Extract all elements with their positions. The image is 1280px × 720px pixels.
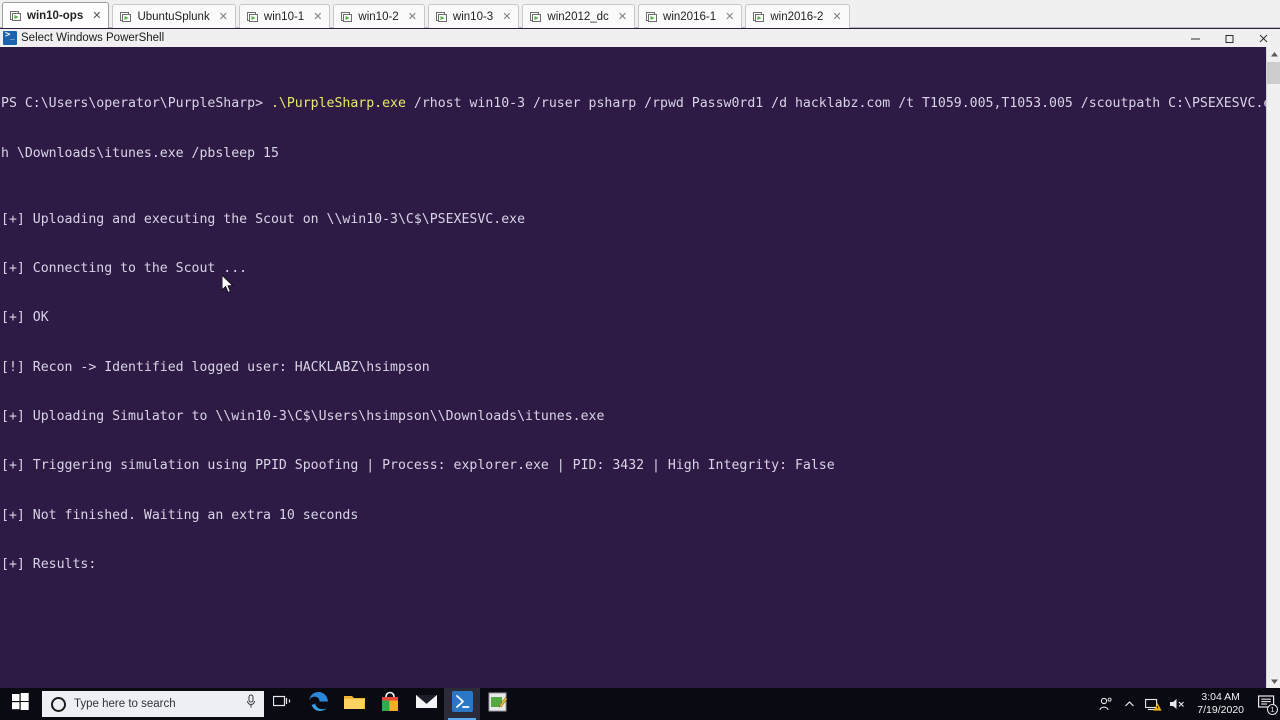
- people-icon[interactable]: [1093, 688, 1117, 720]
- search-placeholder: Type here to search: [74, 698, 176, 710]
- close-icon[interactable]: ✕: [217, 11, 230, 22]
- output-line: [!] Recon -> Identified logged user: HAC…: [1, 359, 430, 375]
- tab-label: win2016-1: [663, 10, 717, 23]
- remote-desktop-icon: [246, 11, 259, 23]
- prompt: PS C:\Users\operator\PurpleSharp>: [1, 96, 271, 112]
- tab-label: win10-2: [358, 10, 399, 23]
- tab-label: win2012_dc: [547, 10, 609, 23]
- powershell-icon: [451, 691, 473, 717]
- minimize-button[interactable]: [1178, 29, 1212, 47]
- tab-label: win10-3: [452, 10, 494, 23]
- rdp-tab-strip: win10-ops ✕ UbuntuSplunk ✕ win10-1 ✕ win…: [0, 0, 1280, 28]
- remote-desktop-icon: [753, 11, 765, 23]
- file-explorer-button[interactable]: [336, 688, 372, 720]
- start-button[interactable]: [0, 688, 40, 720]
- command-executable: .\PurpleSharp.exe: [270, 96, 406, 112]
- tab-win2016-1[interactable]: win2016-1 ✕: [638, 4, 743, 28]
- notification-badge: 1: [1267, 704, 1278, 715]
- console-scrollbar[interactable]: [1266, 47, 1280, 688]
- edge-browser-button[interactable]: [300, 688, 336, 720]
- task-view-button[interactable]: [264, 688, 300, 720]
- close-icon[interactable]: ✕: [616, 11, 629, 22]
- close-icon[interactable]: ✕: [830, 11, 843, 22]
- console-output: PS C:\Users\operator\PurpleSharp> .\Purp…: [0, 47, 1280, 688]
- edge-icon: [307, 690, 330, 718]
- close-icon[interactable]: ✕: [723, 11, 736, 22]
- remote-desktop-icon: [120, 11, 132, 23]
- close-icon[interactable]: ✕: [311, 11, 324, 22]
- remote-desktop-icon: [341, 11, 353, 23]
- remote-desktop-icon: [435, 11, 448, 23]
- chevron-up-icon[interactable]: [1117, 688, 1141, 720]
- tab-win10-ops[interactable]: win10-ops ✕: [2, 2, 110, 28]
- volume-muted-icon[interactable]: [1165, 688, 1189, 720]
- tab-label: win10-1: [263, 10, 305, 23]
- notes-icon: [488, 692, 508, 717]
- network-warning-icon[interactable]: [1141, 688, 1165, 720]
- output-line: [+] Uploading Simulator to \\win10-3\C$\…: [1, 408, 605, 424]
- powershell-console[interactable]: PS C:\Users\operator\PurpleSharp> .\Purp…: [0, 47, 1280, 688]
- command-arguments: /rhost win10-3 /ruser psharp /rpwd Passw…: [405, 96, 1280, 112]
- tab-label: UbuntuSplunk: [137, 10, 210, 23]
- search-input[interactable]: Type here to search: [42, 691, 264, 717]
- windows-taskbar: Type here to search 3:04 AM 7/19/2020 1: [0, 688, 1280, 720]
- tab-win2012-dc[interactable]: win2012_dc ✕: [522, 4, 636, 28]
- scroll-down-icon[interactable]: [1267, 674, 1280, 688]
- close-icon[interactable]: ✕: [406, 11, 419, 22]
- tab-win10-2[interactable]: win10-2 ✕: [333, 4, 425, 28]
- windows-logo-icon: [11, 693, 29, 715]
- tab-label: win10-ops: [27, 9, 84, 22]
- tab-label: win2016-2: [770, 10, 824, 23]
- clock[interactable]: 3:04 AM 7/19/2020: [1189, 688, 1252, 720]
- notes-app-button[interactable]: [480, 688, 516, 720]
- microphone-icon[interactable]: [245, 694, 257, 714]
- output-line: [+] Uploading and executing the Scout on…: [1, 211, 526, 227]
- system-tray: 3:04 AM 7/19/2020 1: [1093, 688, 1280, 720]
- window-title: Select Windows PowerShell: [21, 32, 165, 44]
- clock-time: 3:04 AM: [1201, 691, 1240, 703]
- microsoft-store-button[interactable]: [372, 688, 408, 720]
- tab-win10-1[interactable]: win10-1 ✕: [238, 4, 331, 28]
- folder-icon: [343, 692, 366, 717]
- output-line: [+] Connecting to the Scout ...: [1, 260, 248, 276]
- tab-ubuntusplunk[interactable]: UbuntuSplunk ✕: [112, 4, 236, 28]
- remote-desktop-icon: [646, 11, 658, 23]
- window-controls: [1178, 29, 1280, 47]
- mail-app-button[interactable]: [408, 688, 444, 720]
- close-icon[interactable]: ✕: [90, 10, 103, 21]
- task-view-icon: [272, 694, 292, 715]
- close-icon[interactable]: ✕: [500, 11, 513, 22]
- console-title-bar[interactable]: Select Windows PowerShell: [0, 29, 1280, 47]
- output-line: [+] Results:: [1, 556, 97, 572]
- tab-win10-3[interactable]: win10-3 ✕: [427, 4, 520, 28]
- store-icon: [380, 691, 400, 717]
- cortana-icon: [51, 696, 66, 712]
- notification-center-button[interactable]: 1: [1252, 688, 1280, 720]
- maximize-button[interactable]: [1212, 29, 1246, 47]
- clock-date: 7/19/2020: [1197, 704, 1244, 716]
- output-line: [+] OK: [1, 310, 49, 326]
- powershell-app-button[interactable]: [444, 688, 480, 720]
- remote-desktop-icon: [10, 10, 22, 22]
- command-line-wrap: h \Downloads\itunes.exe /pbsleep 15: [1, 145, 279, 161]
- output-line: [+] Triggering simulation using PPID Spo…: [1, 458, 835, 474]
- output-line: [+] Not finished. Waiting an extra 10 se…: [1, 507, 359, 523]
- powershell-icon: [3, 30, 17, 45]
- scroll-up-icon[interactable]: [1267, 47, 1280, 61]
- mail-icon: [415, 693, 438, 715]
- scrollbar-thumb[interactable]: [1267, 62, 1280, 84]
- close-button[interactable]: [1246, 29, 1280, 47]
- command-line-1: PS C:\Users\operator\PurpleSharp> .\Purp…: [0, 96, 1280, 112]
- tab-win2016-2[interactable]: win2016-2 ✕: [745, 4, 850, 28]
- remote-desktop-icon: [530, 11, 542, 23]
